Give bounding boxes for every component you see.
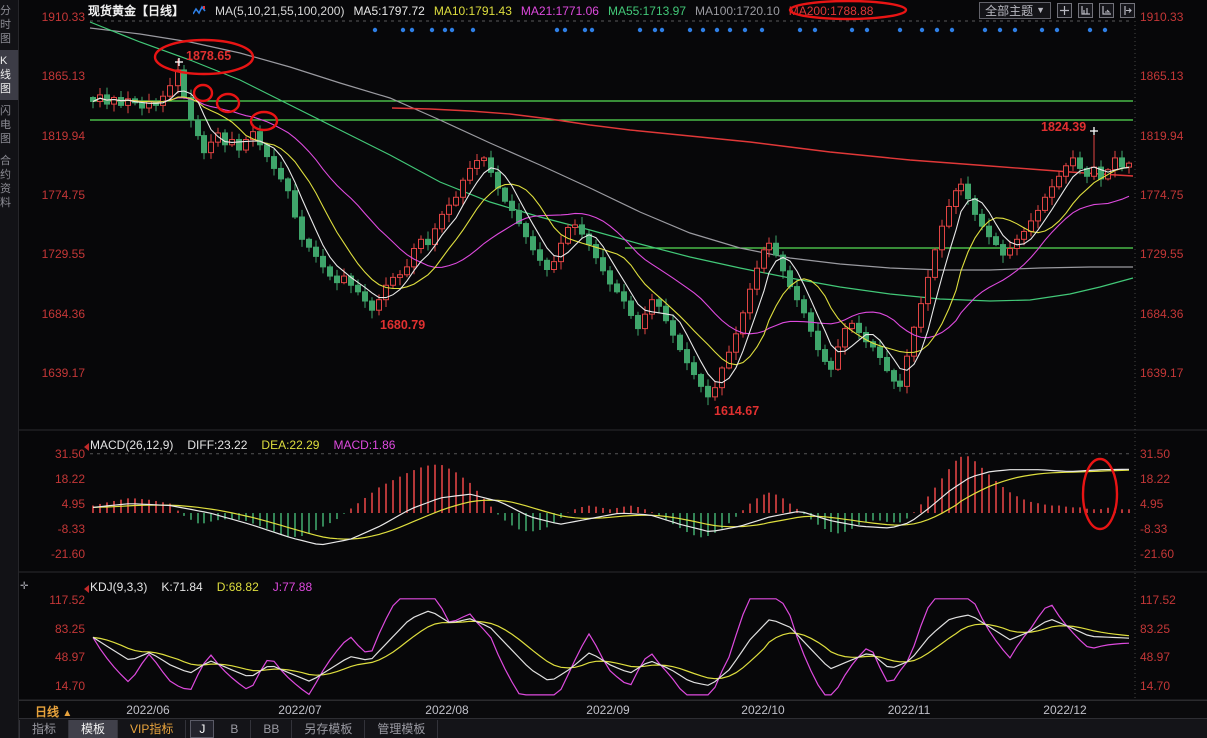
y-axis-label: 1910.33 — [1140, 10, 1196, 24]
ma10-value: MA10:1791.43 — [434, 4, 512, 18]
page-title: 现货黄金【日线】 — [88, 2, 184, 19]
y-axis-label: 1819.94 — [1140, 129, 1196, 143]
sidebar: 分时图 K线图 闪电图 合约资料 — [0, 0, 19, 738]
y-axis-label: 18.22 — [1140, 472, 1196, 486]
y-axis-label: -8.33 — [1140, 522, 1196, 536]
y-axis-label: 14.70 — [34, 679, 85, 693]
ma200-value: MA200:1788.88 — [789, 4, 874, 18]
y-axis-label: 1639.17 — [1140, 366, 1196, 380]
y-axis-label: 117.52 — [1140, 593, 1196, 607]
macd-macd-value: MACD:1.86 — [333, 438, 395, 452]
y-axis-label: -8.33 — [34, 522, 85, 536]
macd-dea-value: DEA:22.29 — [261, 438, 319, 452]
y-axis-label: -21.60 — [1140, 547, 1196, 561]
ma55-value: MA55:1713.97 — [608, 4, 686, 18]
y-axis-label: 48.97 — [1140, 650, 1196, 664]
sidebar-item-flash-chart[interactable]: 闪电图 — [0, 100, 18, 150]
indicator-tab-bar: 指标 模板 VIP指标 J B BB 另存模板 管理模板 — [19, 718, 1207, 738]
zoom-x-icon[interactable] — [1078, 3, 1093, 18]
y-axis-label: 1774.75 — [1140, 188, 1196, 202]
sidebar-item-timeline-chart[interactable]: 分时图 — [0, 0, 18, 50]
x-tick-label: 2022/11 — [888, 703, 931, 717]
y-axis-label: 1774.75 — [34, 188, 85, 202]
tab-indicators[interactable]: 指标 — [19, 720, 69, 738]
x-tick-label: 2022/10 — [741, 703, 784, 717]
y-axis-label: 1684.36 — [34, 307, 85, 321]
x-tick-label: 2022/12 — [1043, 703, 1086, 717]
kdj-header: KDJ(9,3,3) K:71.84 D:68.82 J:77.88 — [90, 580, 312, 594]
ma21-value: MA21:1771.06 — [521, 4, 599, 18]
chart-header: 现货黄金【日线】 MA(5,10,21,55,100,200) MA5:1797… — [88, 2, 997, 19]
y-axis-label: 1865.13 — [34, 69, 85, 83]
y-axis-label: 83.25 — [1140, 622, 1196, 636]
y-axis-label: 1819.94 — [34, 129, 85, 143]
y-axis-label: 14.70 — [1140, 679, 1196, 693]
chart-canvas[interactable] — [19, 0, 1207, 700]
y-axis-label: 31.50 — [34, 447, 85, 461]
y-axis-label: 1729.55 — [1140, 247, 1196, 261]
tab-save-template[interactable]: 另存模板 — [292, 720, 365, 738]
tab-manage-template[interactable]: 管理模板 — [365, 720, 438, 738]
y-axis-label: 48.97 — [34, 650, 85, 664]
y-axis-label: 4.95 — [34, 497, 85, 511]
chevron-down-icon: ▼ — [1036, 5, 1045, 15]
y-axis-label: 4.95 — [1140, 497, 1196, 511]
y-axis-label: 83.25 — [34, 622, 85, 636]
x-tick-label: 2022/06 — [126, 703, 169, 717]
x-tick-label: 2022/09 — [586, 703, 629, 717]
y-axis-label: -21.60 — [34, 547, 85, 561]
kdj-d-value: D:68.82 — [217, 580, 259, 594]
y-axis-label: 1910.33 — [34, 10, 85, 24]
theme-dropdown-button[interactable]: 全部主题 ▼ — [979, 2, 1051, 19]
y-axis-label: 31.50 — [1140, 447, 1196, 461]
mini-chart-icon — [193, 5, 206, 17]
x-axis-row: 日线 ▲ 2022/06 2022/07 2022/08 2022/09 202… — [19, 700, 1207, 719]
kdj-k-value: K:71.84 — [161, 580, 202, 594]
ma-group-label: MA(5,10,21,55,100,200) — [215, 4, 344, 18]
macd-header: MACD(26,12,9) DIFF:23.22 DEA:22.29 MACD:… — [90, 438, 395, 452]
ma100-value: MA100:1720.10 — [695, 4, 780, 18]
y-axis-label: 1865.13 — [1140, 69, 1196, 83]
tab-template[interactable]: 模板 — [69, 720, 118, 738]
sidebar-item-contract-info[interactable]: 合约资料 — [0, 150, 18, 214]
macd-diff-value: DIFF:23.22 — [187, 438, 247, 452]
tab-bb[interactable]: BB — [251, 720, 292, 738]
x-tick-label: 2022/07 — [278, 703, 321, 717]
macd-params-label: MACD(26,12,9) — [90, 438, 173, 452]
kdj-panel-marker — [84, 585, 89, 593]
pan-icon[interactable] — [1057, 3, 1072, 18]
detach-icon[interactable] — [1120, 3, 1135, 18]
kdj-params-label: KDJ(9,3,3) — [90, 580, 147, 594]
theme-dropdown-label: 全部主题 — [985, 2, 1033, 19]
y-axis-label: 1684.36 — [1140, 307, 1196, 321]
trading-app-window: 分时图 K线图 闪电图 合约资料 现货黄金【日线】 MA(5,10,21,55,… — [0, 0, 1207, 738]
header-toolbar: 全部主题 ▼ — [979, 2, 1135, 18]
period-label: 日线 — [35, 705, 59, 719]
sidebar-item-candlestick-chart[interactable]: K线图 — [0, 50, 18, 100]
y-axis-label: 1639.17 — [34, 366, 85, 380]
x-tick-label: 2022/08 — [425, 703, 468, 717]
y-axis-label: 18.22 — [34, 472, 85, 486]
tab-vip-indicators[interactable]: VIP指标 — [118, 720, 186, 738]
tab-b[interactable]: B — [218, 720, 251, 738]
kdj-panel-icon: ✛ — [20, 581, 28, 592]
y-axis-label: 117.52 — [34, 593, 85, 607]
zoom-y-icon[interactable] — [1099, 3, 1114, 18]
kdj-j-value: J:77.88 — [273, 580, 312, 594]
y-axis-label: 1729.55 — [34, 247, 85, 261]
tab-j[interactable]: J — [190, 720, 214, 738]
ma5-value: MA5:1797.72 — [353, 4, 424, 18]
